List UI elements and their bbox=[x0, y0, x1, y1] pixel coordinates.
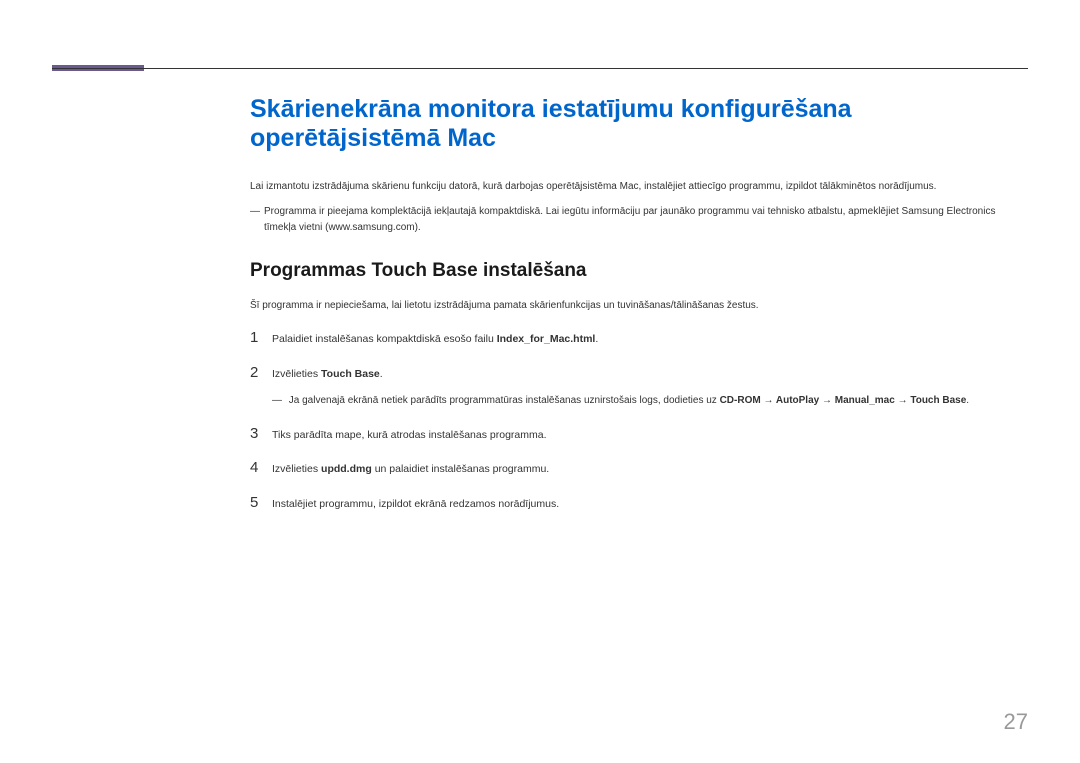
step-text: Izvēlieties Touch Base. Ja galvenajā ekr… bbox=[272, 364, 969, 409]
step-item: 3 Tiks parādīta mape, kurā atrodas insta… bbox=[250, 425, 1028, 444]
section-title: Programmas Touch Base instalēšana bbox=[250, 260, 1028, 282]
step-text: Palaidiet instalēšanas kompaktdiskā esoš… bbox=[272, 329, 598, 348]
step-item: 4 Izvēlieties updd.dmg un palaidiet inst… bbox=[250, 459, 1028, 478]
step-text: Tiks parādīta mape, kurā atrodas instalē… bbox=[272, 425, 547, 444]
step-subnote: Ja galvenajā ekrānā netiek parādīts prog… bbox=[272, 393, 969, 409]
steps-list: 1 Palaidiet instalēšanas kompaktdiskā es… bbox=[250, 329, 1028, 513]
step-number: 5 bbox=[250, 494, 272, 511]
step-item: 1 Palaidiet instalēšanas kompaktdiskā es… bbox=[250, 329, 1028, 348]
section-desc: Šī programma ir nepieciešama, lai lietot… bbox=[250, 298, 1028, 313]
note-text: Programma ir pieejama komplektācijā iekļ… bbox=[250, 204, 1028, 236]
page-heading: Skārienekrāna monitora iestatījumu konfi… bbox=[250, 95, 1028, 153]
step-number: 1 bbox=[250, 329, 272, 346]
step-number: 3 bbox=[250, 425, 272, 442]
intro-text: Lai izmantotu izstrādājuma skārienu funk… bbox=[250, 179, 1028, 194]
step-text: Izvēlieties updd.dmg un palaidiet instal… bbox=[272, 459, 549, 478]
top-rule bbox=[52, 68, 1028, 69]
step-item: 5 Instalējiet programmu, izpildot ekrānā… bbox=[250, 494, 1028, 513]
step-text: Instalējiet programmu, izpildot ekrānā r… bbox=[272, 494, 559, 513]
main-content: Skārienekrāna monitora iestatījumu konfi… bbox=[250, 95, 1028, 529]
step-number: 2 bbox=[250, 364, 272, 381]
page-number: 27 bbox=[1004, 709, 1028, 735]
step-item: 2 Izvēlieties Touch Base. Ja galvenajā e… bbox=[250, 364, 1028, 409]
step-number: 4 bbox=[250, 459, 272, 476]
